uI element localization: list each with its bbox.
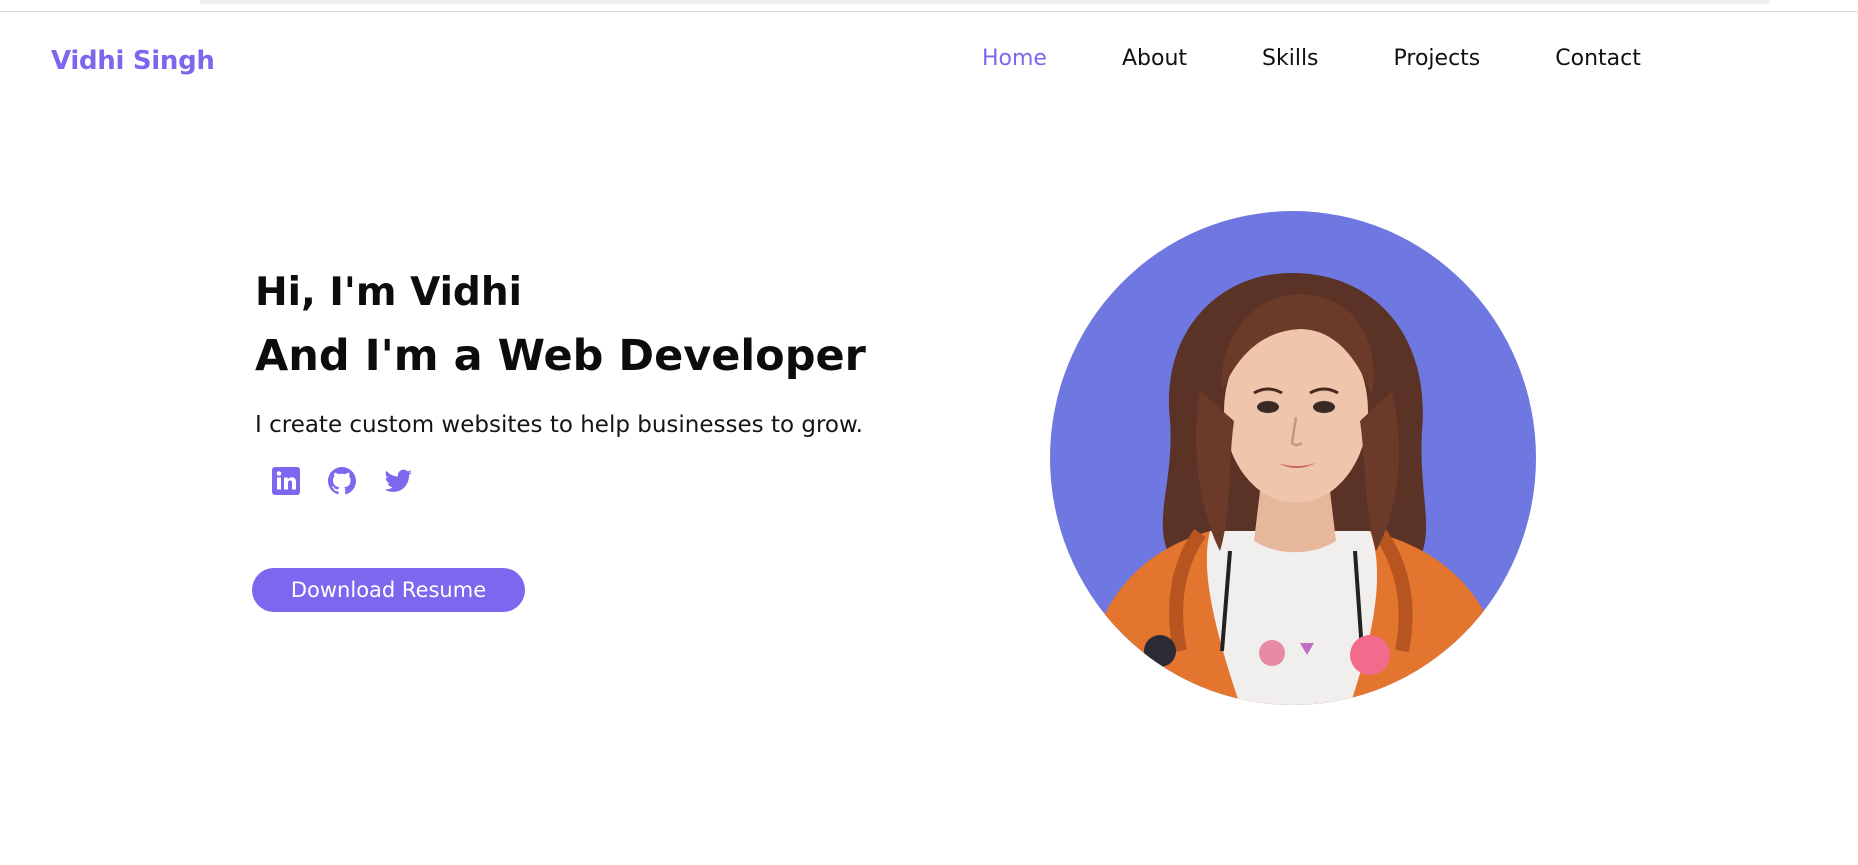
browser-top-shade [200, 0, 1770, 4]
page: Vidhi Singh Home About Skills Projects C… [0, 0, 1858, 865]
nav-item-projects[interactable]: Projects [1394, 46, 1481, 71]
nav-item-contact[interactable]: Contact [1555, 46, 1641, 71]
github-link[interactable] [325, 464, 359, 498]
hero-greeting: Hi, I'm Vidhi [255, 270, 522, 315]
nav-item-home[interactable]: Home [982, 46, 1047, 71]
profile-avatar [1050, 211, 1536, 705]
top-divider [0, 11, 1858, 12]
nav-item-skills[interactable]: Skills [1262, 46, 1319, 71]
linkedin-link[interactable] [269, 464, 303, 498]
profile-illustration [1050, 211, 1536, 705]
github-icon [328, 467, 356, 495]
twitter-link[interactable] [381, 464, 415, 498]
hero-section: Hi, I'm Vidhi And I'm a Web Developer I … [255, 268, 866, 498]
logo[interactable]: Vidhi Singh [51, 46, 215, 76]
main-nav: Home About Skills Projects Contact [982, 46, 1641, 71]
download-resume-button[interactable]: Download Resume [252, 568, 525, 612]
linkedin-icon [272, 467, 300, 495]
hero-tagline: I create custom websites to help busines… [255, 412, 863, 438]
nav-item-about[interactable]: About [1122, 46, 1187, 71]
twitter-icon [384, 469, 412, 492]
hero-headline: And I'm a Web Developer [255, 331, 866, 381]
social-links [269, 464, 866, 498]
